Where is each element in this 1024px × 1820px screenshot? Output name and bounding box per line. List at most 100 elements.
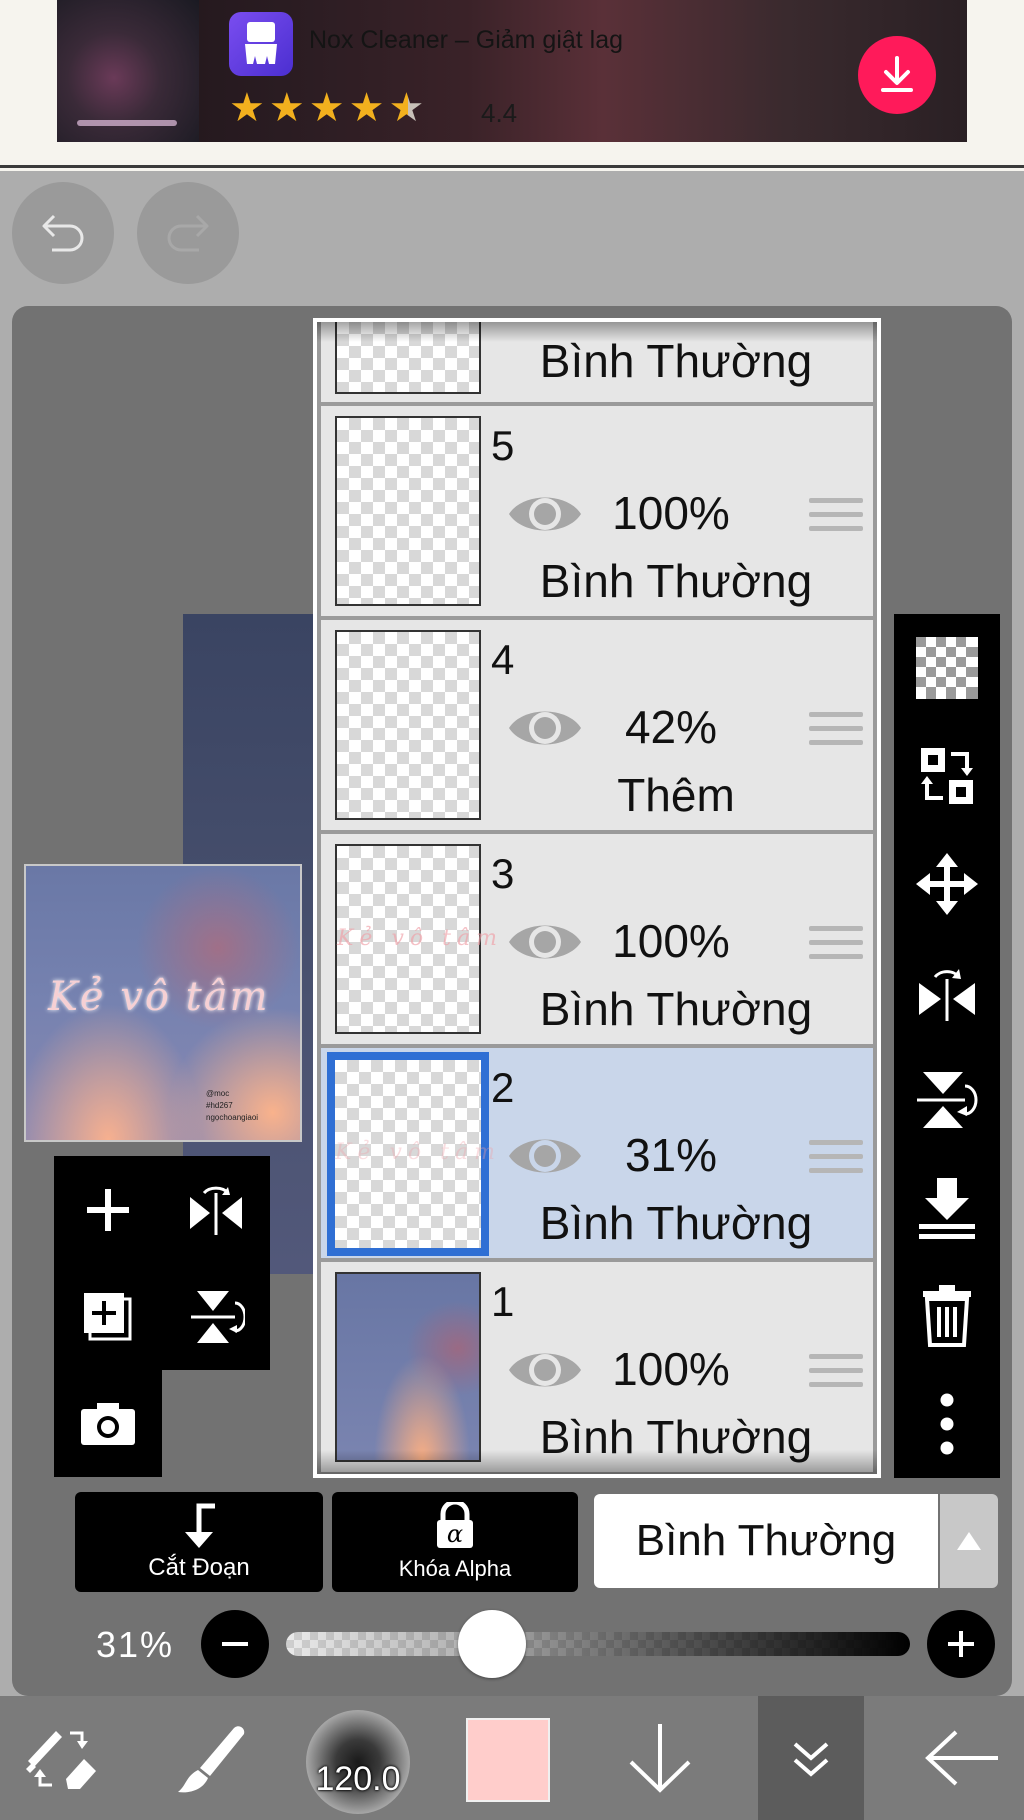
- drag-handle-icon[interactable]: [809, 926, 863, 968]
- flip-vertical-icon: [191, 1290, 245, 1343]
- layer-opacity: 100%: [612, 915, 730, 967]
- brush-eraser-switch-icon: [26, 1731, 96, 1789]
- layer-row-4[interactable]: 4 42% Thêm: [321, 620, 873, 830]
- star-icon: ★: [348, 86, 385, 130]
- layer-blend-mode: Bình Thường: [539, 555, 813, 607]
- broom-icon[interactable]: [229, 12, 293, 76]
- layer-row-1[interactable]: 1 100% Bình Thường: [321, 1262, 873, 1472]
- layer-number: 4: [491, 636, 515, 683]
- add-layer-copy-button[interactable]: [54, 1263, 162, 1370]
- flip-vertical-button[interactable]: [162, 1263, 270, 1370]
- opacity-value: 31%: [96, 1624, 175, 1665]
- brush-size-indicator[interactable]: 120.0: [306, 1710, 410, 1814]
- layer-thumbnail: [335, 630, 481, 820]
- layer-thumbnail-text: Kẻ vô tâm: [335, 1140, 501, 1165]
- star-icon: ★: [229, 86, 265, 130]
- drag-handle-icon[interactable]: [809, 498, 863, 540]
- plus-icon: [87, 1188, 129, 1231]
- merge-down-button[interactable]: [894, 1154, 1000, 1262]
- camera-icon: [81, 1402, 135, 1445]
- flip-horizontal-icon: [919, 969, 975, 1021]
- opacity-slider[interactable]: [286, 1632, 910, 1656]
- layer-blend-mode: Bình Thường: [539, 1197, 813, 1249]
- blend-mode-select[interactable]: Bình Thường: [594, 1494, 938, 1588]
- download-icon: [881, 56, 913, 92]
- flip-vertical-icon: [917, 1072, 978, 1128]
- redo-icon: [167, 214, 209, 252]
- layer-thumbnail-text: Kẻ vô tâm: [337, 926, 503, 951]
- brush-tool-button[interactable]: [148, 1696, 272, 1820]
- brush-icon: [178, 1726, 245, 1793]
- drag-handle-icon[interactable]: [809, 1354, 863, 1396]
- layer-row-5[interactable]: 5 100% Bình Thường: [321, 406, 873, 616]
- arrow-down-icon: [629, 1724, 691, 1793]
- star-icon: ★: [268, 86, 305, 130]
- layer-number: 5: [491, 422, 515, 469]
- alpha-lock-button[interactable]: α Khóa Alpha: [332, 1492, 578, 1592]
- move-arrows-icon: [916, 853, 978, 915]
- svg-text:α: α: [447, 1520, 463, 1548]
- ad-banner-area: Nox Cleaner – Giảm giật lag ★ ★ ★ ★ ★ 4.…: [0, 0, 1024, 168]
- alpha-lock-icon: α: [437, 1502, 473, 1548]
- ad-thumbnail[interactable]: [57, 0, 199, 142]
- alpha-lock-label: Khóa Alpha: [398, 1556, 512, 1581]
- layer-thumbnail: [335, 416, 481, 606]
- flip-horizontal-button[interactable]: [162, 1156, 270, 1263]
- layer-blend-mode: Bình Thường: [539, 983, 813, 1035]
- layer-number: 1: [491, 1278, 515, 1325]
- arrow-left-icon: [925, 1730, 998, 1786]
- ad-banner[interactable]: Nox Cleaner – Giảm giật lag ★ ★ ★ ★ ★ 4.…: [57, 0, 967, 142]
- layer-row-3[interactable]: Kẻ vô tâm 3 100% Bình Thường: [321, 834, 873, 1044]
- merge-down-icon: [919, 1178, 975, 1239]
- layer-opacity: 42%: [624, 701, 718, 753]
- opacity-slider-thumb[interactable]: [458, 1610, 527, 1678]
- blend-mode-dropdown-arrow[interactable]: [940, 1494, 998, 1588]
- ad-app-name[interactable]: Nox Cleaner – Giảm giật lag: [309, 26, 623, 55]
- layer-row-2[interactable]: Kẻ vô tâm 2 31% Bình Thường: [321, 1048, 873, 1258]
- more-vertical-icon: [940, 1393, 954, 1455]
- layer-opacity: 31%: [624, 1129, 718, 1181]
- layer-opacity: 100%: [612, 487, 730, 539]
- double-chevron-down-icon: [793, 1742, 829, 1777]
- undo-button[interactable]: [12, 182, 114, 284]
- undo-icon: [42, 214, 84, 252]
- right-toolbar: [894, 614, 1000, 1478]
- layer-thumbnail: Kẻ vô tâm: [327, 1052, 501, 1256]
- trash-icon: [923, 1285, 971, 1347]
- flip-layer-horizontal-button[interactable]: [894, 938, 1000, 1046]
- ad-rating-value: 4.4: [481, 98, 518, 128]
- opacity-increase-button[interactable]: [927, 1610, 995, 1678]
- redo-button[interactable]: [137, 182, 239, 284]
- back-button[interactable]: [900, 1696, 1024, 1820]
- add-layer-button[interactable]: [54, 1156, 162, 1263]
- drag-handle-icon[interactable]: [809, 1140, 863, 1182]
- minus-icon: [222, 1642, 248, 1646]
- clipping-button[interactable]: Cắt Đoạn: [75, 1492, 323, 1592]
- checkerboard-icon: [916, 637, 978, 699]
- move-down-button[interactable]: [598, 1696, 722, 1820]
- layers-collapse-button[interactable]: [758, 1696, 864, 1820]
- layer-number: 3: [491, 850, 515, 897]
- canvas-preview[interactable]: Kẻ vô tâm @moc #hd267 ngọchoangiaoi: [24, 864, 302, 1142]
- tool-switch-button[interactable]: [0, 1696, 124, 1820]
- star-icon: ★: [308, 86, 345, 130]
- drag-handle-icon[interactable]: [809, 712, 863, 754]
- clipping-arrow-icon: [185, 1503, 215, 1548]
- transparency-button[interactable]: [894, 614, 1000, 722]
- flip-horizontal-icon: [190, 1186, 242, 1235]
- brush-size-value: 120.0: [315, 1760, 401, 1798]
- color-swatch[interactable]: [466, 1718, 550, 1802]
- layer-thumbnail: Kẻ vô tâm: [335, 844, 503, 1034]
- camera-button[interactable]: [54, 1370, 162, 1477]
- opacity-decrease-button[interactable]: [201, 1610, 269, 1678]
- layer-opacity: 100%: [612, 1343, 730, 1395]
- layer-blend-mode: Thêm: [617, 769, 735, 821]
- swap-layer-button[interactable]: [894, 722, 1000, 830]
- layer-panel[interactable]: Bình Thường 5 100% Bình Thường 4 42% Thê…: [313, 318, 881, 1478]
- flip-layer-vertical-button[interactable]: [894, 1046, 1000, 1154]
- more-options-button[interactable]: [894, 1370, 1000, 1478]
- move-button[interactable]: [894, 830, 1000, 938]
- download-button[interactable]: [858, 36, 936, 114]
- delete-layer-button[interactable]: [894, 1262, 1000, 1370]
- preview-caption: @moc #hd267 ngọchoangiaoi: [206, 1089, 259, 1122]
